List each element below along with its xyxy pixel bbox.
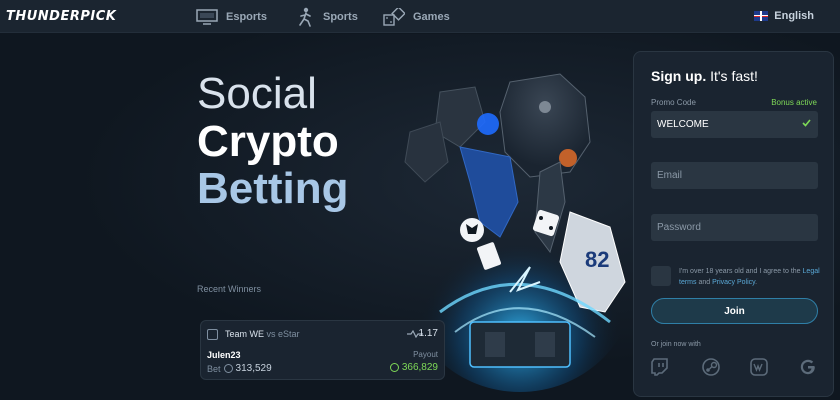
top-navigation-bar: THUNDERPICK Esports Sports Games English [0,0,840,33]
monitor-icon [196,9,218,25]
terms-prefix: I'm over 18 years old and I agree to the [679,268,801,275]
esports-game-icon [207,329,218,340]
hero-title-line1: Social [197,69,317,118]
join-button[interactable]: Join [651,298,818,324]
password-field[interactable]: Password [651,214,818,241]
nav-sports-label: Sports [323,11,358,23]
payout-label: Payout [413,350,438,359]
terms-and: and [698,279,711,286]
bet-info: Bet 313,529 [207,363,272,374]
signup-panel: Sign up. It's fast! Promo Code Bonus act… [633,51,834,397]
google-icon[interactable] [799,358,817,376]
team-b: eStar [278,329,300,339]
recent-winner-card[interactable]: Team WE vs eStar 1.17 Julen23 Payout Bet… [200,320,445,380]
games-icon [383,8,405,26]
terms-text: I'm over 18 years old and I agree to the… [679,266,824,288]
bet-label: Bet [207,363,221,374]
payout-info: 366,829 [389,362,438,373]
bet-amount: 313,529 [235,363,272,374]
check-icon [802,119,811,127]
nav-sports[interactable]: Sports [297,6,358,28]
vs-label: vs [266,329,276,339]
terms-suffix: . [755,279,758,286]
hero-title-line2: Crypto [197,117,339,166]
or-join-label: Or join now with [651,341,701,348]
signup-title-bold: Sign up. [651,68,707,84]
team-a: Team WE [225,329,265,339]
coin-icon [223,364,233,373]
promo-code-label: Promo Code [651,98,696,107]
age-terms-checkbox[interactable] [651,266,671,286]
svg-text:82: 82 [585,247,609,272]
privacy-policy-link[interactable]: Privacy Policy [712,279,755,286]
signup-title-rest: It's fast! [710,68,758,84]
match-name: Team WE vs eStar [225,329,300,339]
athlete-icon [297,7,315,27]
language-selector[interactable]: English [754,10,814,22]
bonus-status: Bonus active [771,98,817,107]
hero-title-line3: Betting [197,164,349,213]
signup-title: Sign up. It's fast! [651,68,758,84]
nav-games-label: Games [413,11,450,23]
promo-code-field[interactable]: WELCOME [651,111,818,138]
email-field[interactable]: Email [651,162,818,189]
thunderpick-logo[interactable]: THUNDERPICK [6,9,116,24]
vk-icon[interactable] [750,358,768,376]
recent-winners-label: Recent Winners [197,284,262,294]
nav-esports-label: Esports [226,11,267,23]
steam-icon[interactable] [702,358,720,376]
winner-username: Julen23 [207,350,241,360]
nav-games[interactable]: Games [383,6,450,28]
nav-esports[interactable]: Esports [196,6,267,28]
odds-value: 1.17 [418,328,438,339]
coin-icon [389,363,399,372]
uk-flag-icon [754,11,769,21]
language-label: English [774,10,814,22]
payout-amount: 366,829 [401,362,438,373]
twitch-icon[interactable] [651,358,669,376]
